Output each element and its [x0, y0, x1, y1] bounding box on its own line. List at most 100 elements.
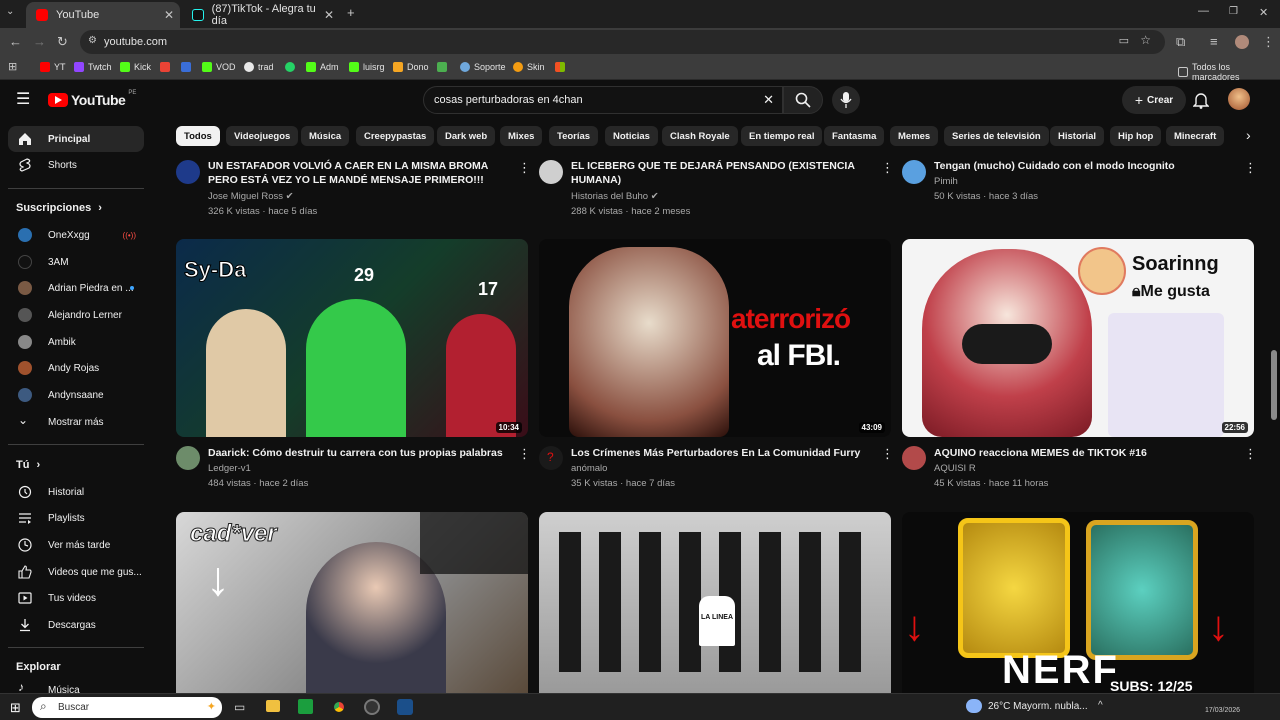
sidebar-item-playlists[interactable]: Playlists	[8, 505, 144, 531]
taskbar-date[interactable]: 17/03/2026	[1205, 707, 1240, 714]
chip-teorias[interactable]: Teorías	[549, 126, 599, 146]
windows-start-icon[interactable]: ⊞	[10, 700, 21, 716]
youtube-logo[interactable]: YouTube PE	[48, 90, 136, 108]
search-input[interactable]: cosas perturbadoras en 4chan ✕	[423, 86, 783, 114]
sidebar-sub-adrian-piedra[interactable]: Adrian Piedra en ...	[8, 275, 144, 301]
chip-dark-web[interactable]: Dark web	[437, 126, 496, 146]
back-icon[interactable]: ←	[9, 34, 22, 49]
voice-search-button[interactable]	[832, 86, 860, 114]
sidebar-item-liked-videos[interactable]: Videos que me gus...	[8, 559, 144, 585]
bookmark-star-icon[interactable]: ☆	[1140, 33, 1151, 47]
gmail-bookmark-icon[interactable]	[160, 62, 170, 72]
tab-list-icon[interactable]: ⌄	[6, 6, 14, 17]
channel-avatar[interactable]: ?	[539, 446, 563, 470]
xbox-app-icon[interactable]	[298, 699, 313, 714]
sidebar-sub-3am[interactable]: 3AM	[8, 249, 144, 275]
address-bar[interactable]: ⚙ youtube.com ▭ ☆	[80, 30, 1165, 54]
extensions-icon[interactable]: ⧉	[1176, 34, 1185, 50]
all-bookmarks[interactable]: Todos los marcadores	[1178, 62, 1280, 82]
tab-youtube[interactable]: YouTube ✕	[26, 2, 180, 28]
chevron-right-icon[interactable]: ›	[1246, 127, 1251, 143]
bookmark-vod[interactable]: VOD	[202, 62, 236, 72]
video-title[interactable]: AQUINO reacciona MEMES de TIKTOK #16	[934, 446, 1234, 460]
sidebar-item-shorts[interactable]: Shorts	[8, 152, 144, 178]
more-options-icon[interactable]: ⋮	[881, 446, 894, 462]
new-tab-icon[interactable]: +	[347, 5, 355, 20]
video-thumbnail[interactable]: LA LINEA	[539, 512, 891, 693]
bookmark-kick[interactable]: Kick	[120, 62, 151, 72]
chip-en-tiempo-real[interactable]: En tiempo real	[741, 126, 823, 146]
channel-avatar[interactable]	[902, 160, 926, 184]
task-view-icon[interactable]: ▭	[234, 700, 245, 714]
sidebar-sub-onexxgg[interactable]: OneXxgg ((•))	[8, 222, 144, 248]
video-title[interactable]: UN ESTAFADOR VOLVIÓ A CAER EN LA MISMA B…	[208, 159, 508, 187]
hamburger-menu-icon[interactable]: ☰	[16, 89, 30, 109]
subscriptions-header[interactable]: Suscripciones ›	[16, 202, 102, 214]
channel-name[interactable]: Pimih	[934, 176, 958, 187]
chip-clash-royale[interactable]: Clash Royale	[662, 126, 738, 146]
cast-icon[interactable]: ▭	[1119, 34, 1129, 47]
more-options-icon[interactable]: ⋮	[1244, 160, 1257, 176]
video-title[interactable]: Los Crímenes Más Perturbadores En La Com…	[571, 446, 871, 460]
sidebar-sub-andy-rojas[interactable]: Andy Rojas	[8, 355, 144, 381]
close-icon[interactable]: ✕	[324, 8, 334, 22]
sidebar-item-watch-later[interactable]: Ver más tarde	[8, 532, 144, 558]
page-scrollbar-thumb[interactable]	[1271, 350, 1277, 420]
forward-icon[interactable]: →	[33, 34, 46, 49]
channel-avatar[interactable]	[902, 446, 926, 470]
chip-musica[interactable]: Música	[301, 126, 350, 146]
bookmark-dono[interactable]: Dono	[393, 62, 429, 72]
bookmark-skin[interactable]: Skin	[513, 62, 545, 72]
chip-series-de-television[interactable]: Series de televisión	[944, 126, 1049, 146]
chip-videojuegos[interactable]: Videojuegos	[226, 126, 299, 146]
channel-name[interactable]: Historias del Buho ✔	[571, 191, 659, 202]
bookmark-yt[interactable]: YT	[40, 62, 66, 72]
search-button[interactable]	[783, 86, 823, 114]
sidebar-item-historial[interactable]: Historial	[8, 479, 144, 505]
reload-icon[interactable]: ↻	[57, 34, 68, 50]
sidebar-sub-andynsaane[interactable]: Andynsaane	[8, 382, 144, 408]
channel-avatar[interactable]	[539, 160, 563, 184]
channel-name[interactable]: anómalo	[571, 463, 607, 474]
chevron-up-icon[interactable]: ^	[1098, 700, 1103, 711]
user-avatar[interactable]	[1228, 88, 1250, 110]
apps-grid-icon[interactable]: ⊞	[8, 60, 17, 73]
create-button[interactable]: + Crear	[1122, 86, 1186, 114]
close-icon[interactable]: ✕	[164, 8, 174, 22]
whatsapp-bookmark-icon[interactable]	[285, 62, 295, 72]
video-title[interactable]: Daarick: Cómo destruir tu carrera con tu…	[208, 446, 508, 460]
more-options-icon[interactable]: ⋮	[1244, 446, 1257, 462]
menu-kebab-icon[interactable]: ⋮	[1262, 34, 1275, 50]
channel-avatar[interactable]	[176, 160, 200, 184]
site-info-icon[interactable]: ⚙	[88, 35, 97, 46]
video-title[interactable]: EL ICEBERG QUE TE DEJARÁ PENSANDO (EXIST…	[571, 159, 871, 187]
chip-todos[interactable]: Todos	[176, 126, 220, 146]
video-thumbnail[interactable]: ↓ ↓ NERF SUBS: 12/25	[902, 512, 1254, 693]
blue-bookmark-icon[interactable]	[181, 62, 191, 72]
chrome-taskbar-icon[interactable]	[331, 699, 347, 715]
video-thumbnail[interactable]: cad*ver ↓	[176, 512, 528, 693]
obs-icon[interactable]	[364, 699, 380, 715]
sidebar-sub-alejandro-lerner[interactable]: Alejandro Lerner	[8, 302, 144, 328]
bookmark-twitch[interactable]: Twtch	[74, 62, 112, 72]
chip-minecraft[interactable]: Minecraft	[1166, 126, 1225, 146]
minimize-icon[interactable]: —	[1198, 5, 1209, 17]
channel-name[interactable]: AQUISI R	[934, 463, 976, 474]
green-bookmark-icon[interactable]	[437, 62, 447, 72]
video-thumbnail[interactable]: Sy-Da 29 17 10:34	[176, 239, 528, 437]
steam-icon[interactable]	[397, 699, 413, 715]
video-thumbnail[interactable]: Soarinng 🔒︎Me gusta 22:56	[902, 239, 1254, 437]
taskbar-search-input[interactable]: ⌕ Buscar ✦	[32, 697, 222, 718]
sidebar-item-downloads[interactable]: Descargas	[8, 612, 144, 638]
clear-search-icon[interactable]: ✕	[763, 92, 774, 108]
weather-text[interactable]: 26°C Mayorm. nubla...	[988, 701, 1088, 712]
media-icon[interactable]: ≡	[1210, 34, 1218, 49]
sidebar-sub-ambik[interactable]: Ambik	[8, 329, 144, 355]
chip-hip-hop[interactable]: Hip hop	[1110, 126, 1162, 146]
chip-memes[interactable]: Memes	[890, 126, 939, 146]
chip-historial[interactable]: Historial	[1050, 126, 1105, 146]
more-options-icon[interactable]: ⋮	[881, 160, 894, 176]
bookmark-soporte[interactable]: Soporte	[460, 62, 506, 72]
chip-fantasma[interactable]: Fantasma	[824, 126, 885, 146]
profile-avatar[interactable]	[1235, 35, 1249, 49]
